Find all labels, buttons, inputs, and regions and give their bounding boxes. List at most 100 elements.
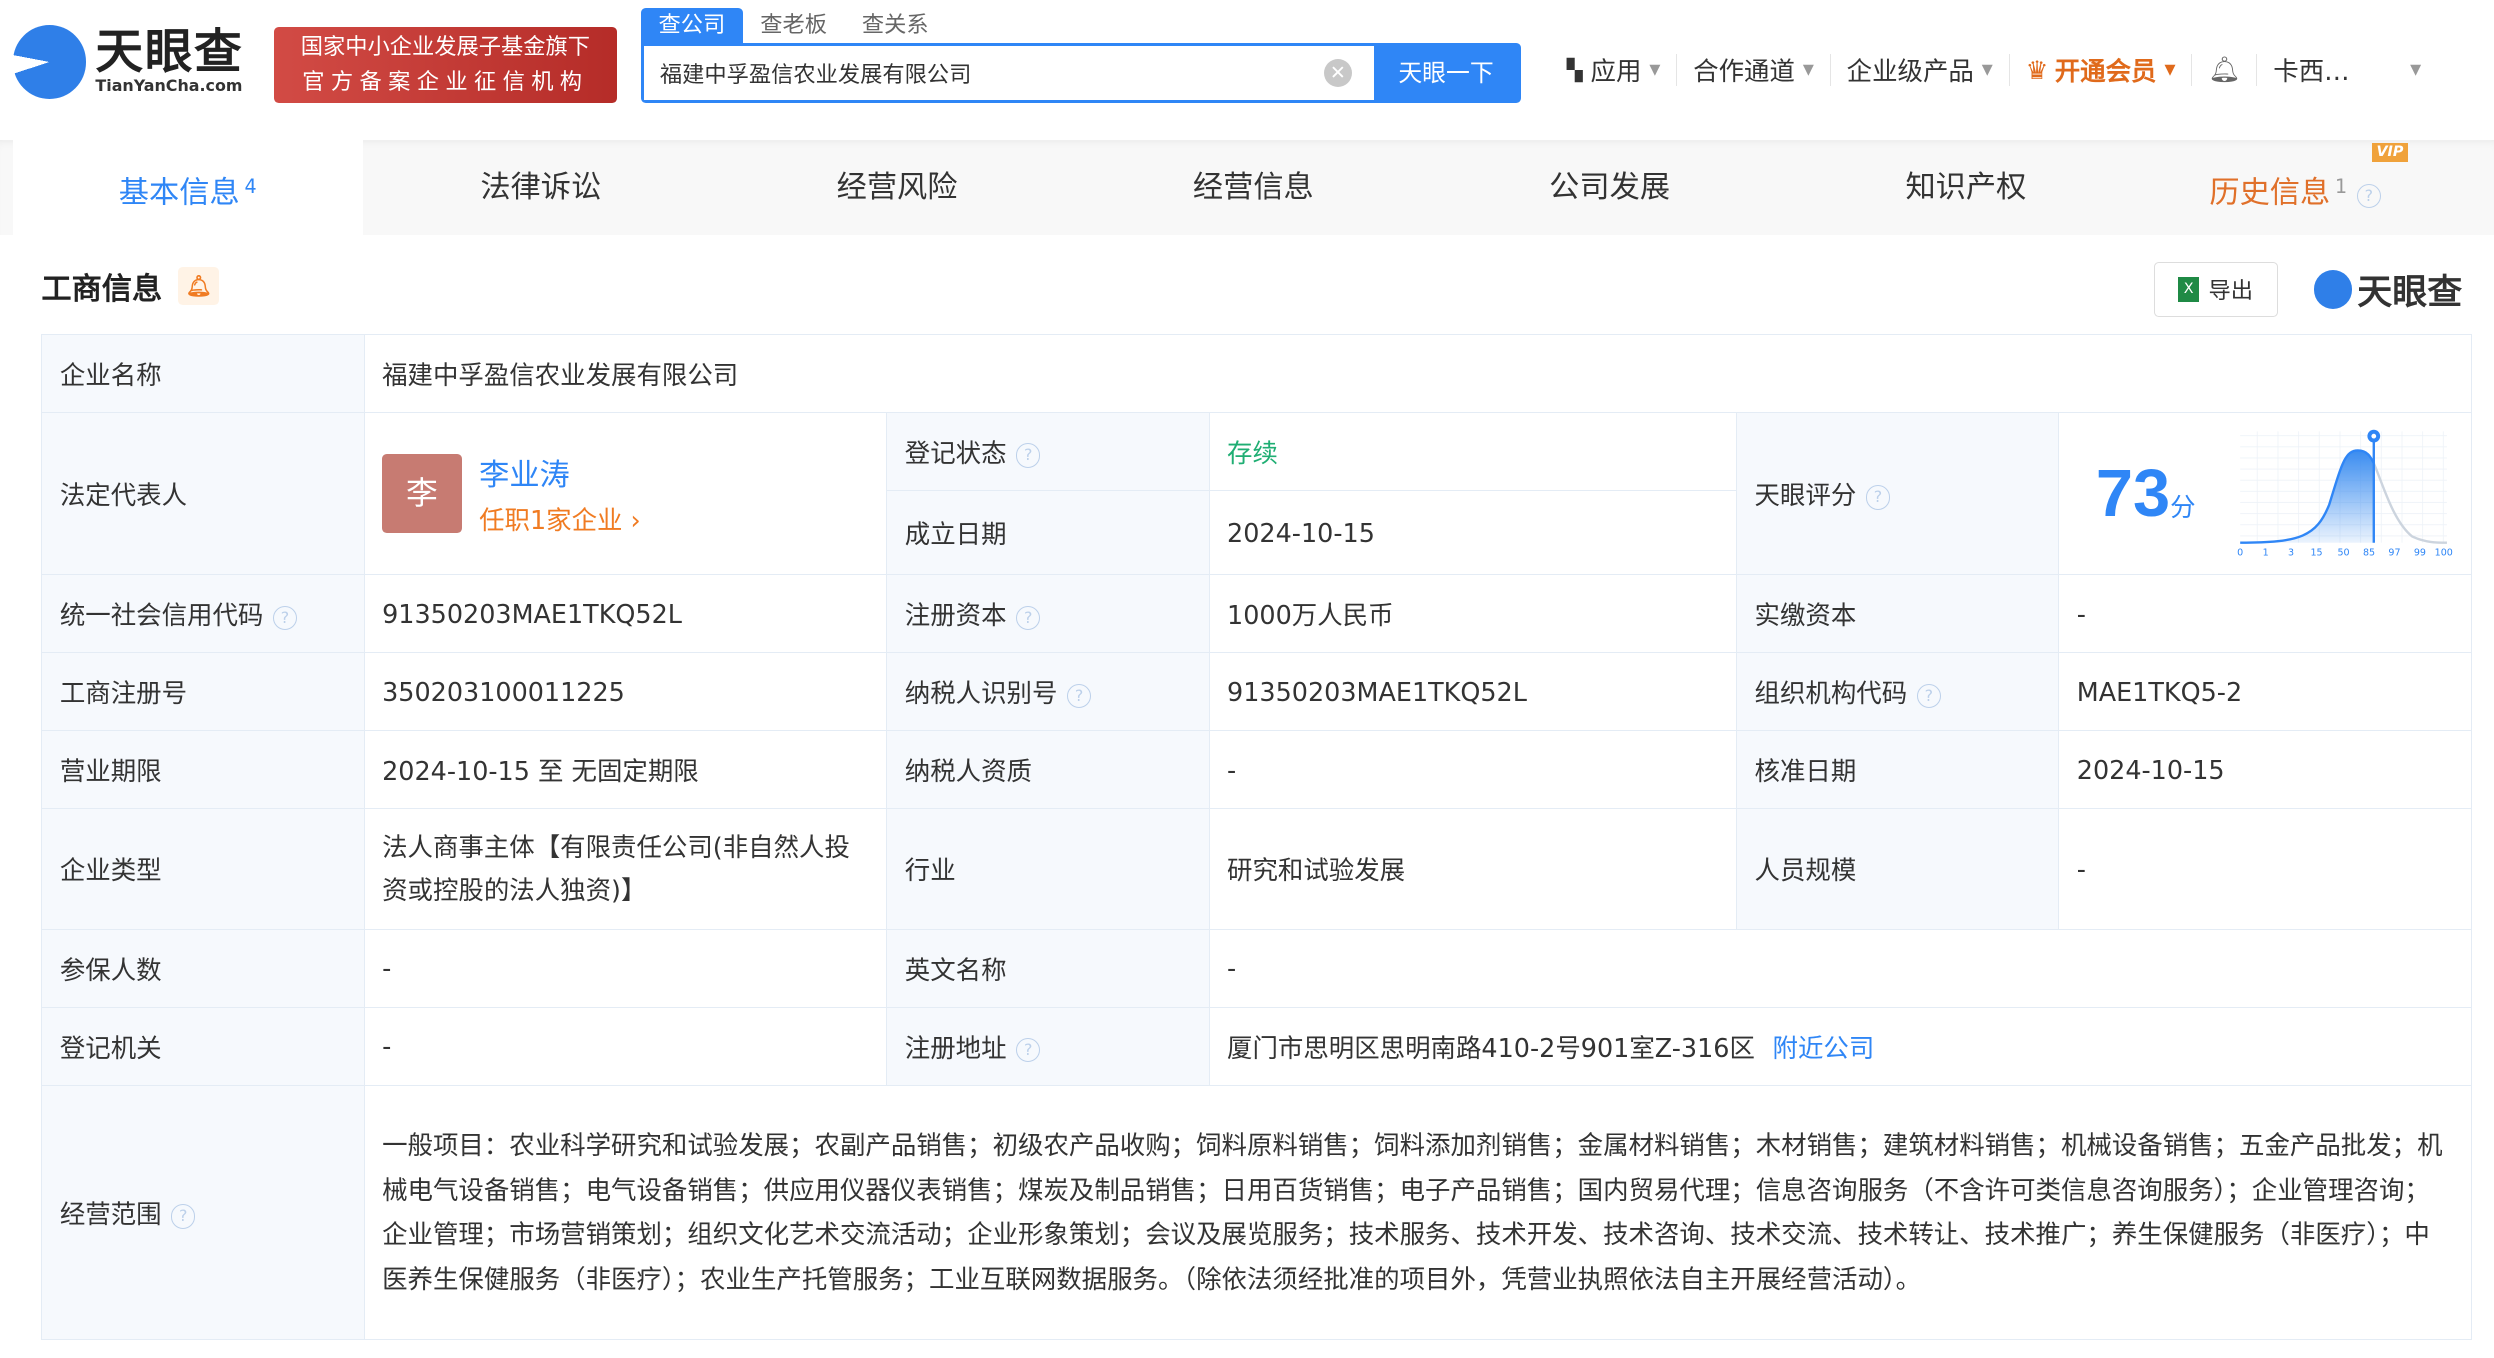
tick-label: 100 bbox=[2435, 548, 2453, 559]
industry: 研究和试验发展 bbox=[1208, 808, 1738, 930]
nav-label: 企业级产品 bbox=[1846, 56, 1974, 87]
label: 法定代表人 bbox=[41, 411, 365, 576]
table-row: 统一社会信用代码? 91350203MAE1TKQ52L 注册资本? 1000万人民… bbox=[41, 574, 2472, 654]
label: 英文名称 bbox=[886, 928, 1210, 1008]
help-icon[interactable]: ? bbox=[1865, 485, 1891, 510]
score-value: 73 bbox=[2095, 456, 2171, 531]
nearby-companies-link[interactable]: 附近公司 bbox=[1773, 1033, 1875, 1063]
nav-label: 应用 bbox=[1590, 56, 1642, 87]
org-code: MAE1TKQ5-2 bbox=[2058, 652, 2472, 732]
top-nav: ▚ 应用 ▼ 合作通道 ▼ 企业级产品 ▼ ♛ 开通会员 ▼ 🔔︎ 卡西… ▼ bbox=[1551, 54, 2437, 86]
tab-legal[interactable]: 法律诉讼 bbox=[363, 140, 719, 235]
subscribe-bell-icon[interactable]: 🔔︎ bbox=[178, 266, 220, 306]
staff-size: - bbox=[2058, 808, 2472, 930]
tick-label: 50 bbox=[2337, 548, 2349, 559]
nav-label: 合作通道 bbox=[1693, 56, 1795, 87]
legal-rep-companies-link[interactable]: 任职1家企业 › bbox=[479, 500, 641, 537]
taxpayer-qualification: - bbox=[1208, 730, 1738, 809]
logo-text: 天眼查 bbox=[95, 24, 244, 80]
business-scope: 一般项目：农业科学研究和试验发展；农副产品销售；初级农产品收购；饲料原料销售；饲… bbox=[363, 1084, 2472, 1341]
help-icon[interactable]: ? bbox=[2356, 183, 2381, 209]
label-text: 登记状态 bbox=[904, 437, 1007, 468]
help-icon[interactable]: ? bbox=[1016, 605, 1041, 630]
tab-development[interactable]: 公司发展 bbox=[1431, 140, 1787, 235]
label: 实缴资本 bbox=[1736, 574, 2060, 654]
nav-membership[interactable]: ♛ 开通会员 ▼ bbox=[2010, 54, 2193, 86]
address-cell: 厦门市思明区思明南路410-2号901室Z-316区 附近公司 bbox=[1208, 1006, 2472, 1086]
search-tab-relation[interactable]: 查关系 bbox=[844, 8, 946, 43]
search-tab-company[interactable]: 查公司 bbox=[641, 7, 743, 43]
search-button[interactable]: 天眼一下 bbox=[1374, 45, 1518, 101]
tick-label: 15 bbox=[2310, 548, 2322, 559]
caret-down-icon: ▼ bbox=[1802, 61, 1814, 78]
registered-address: 厦门市思明区思明南路410-2号901室Z-316区 bbox=[1227, 1032, 1755, 1063]
label-text: 统一社会信用代码 bbox=[59, 600, 264, 631]
user-name: 卡西… bbox=[2273, 56, 2350, 87]
site-logo[interactable]: 天眼查 TianYanCha.com bbox=[12, 24, 244, 99]
search-input[interactable] bbox=[644, 45, 1324, 101]
label: 经营范围? bbox=[41, 1084, 365, 1341]
avatar[interactable]: 李 bbox=[382, 453, 462, 534]
tick-label: 0 bbox=[2237, 548, 2243, 559]
detail-tabs: 基本信息 4 法律诉讼 经营风险 经营信息 公司发展 知识产权 VIP 历史信息 1? bbox=[0, 139, 2494, 236]
grid-icon: ▚ bbox=[1566, 57, 1583, 82]
tab-count: 4 bbox=[244, 175, 257, 198]
registration-number: 350203100011225 bbox=[363, 652, 888, 732]
user-menu[interactable]: 卡西… ▼ bbox=[2257, 54, 2437, 86]
label: 行业 bbox=[886, 808, 1210, 930]
found-date: 2024-10-15 bbox=[1208, 489, 1738, 576]
caret-down-icon: ▼ bbox=[2164, 61, 2176, 78]
tab-ip[interactable]: 知识产权 bbox=[1788, 140, 2144, 235]
badge-line: 官方备案企业征信机构 bbox=[302, 69, 589, 96]
help-icon[interactable]: ? bbox=[1066, 683, 1092, 708]
tab-risk[interactable]: 经营风险 bbox=[719, 140, 1075, 235]
export-button[interactable]: X 导出 bbox=[2153, 262, 2278, 317]
registration-authority: - bbox=[363, 1006, 888, 1086]
score-distribution-chart: 0 1 3 15 50 85 97 99 100 bbox=[2237, 429, 2453, 559]
label: 登记机关 bbox=[41, 1006, 365, 1086]
label: 企业类型 bbox=[41, 808, 365, 930]
nav-label: 开通会员 bbox=[2054, 56, 2157, 87]
help-icon[interactable]: ? bbox=[1916, 683, 1941, 708]
tab-label: 历史信息 bbox=[2209, 175, 2331, 211]
search-tab-boss[interactable]: 查老板 bbox=[743, 8, 845, 43]
nav-apps[interactable]: ▚ 应用 ▼ bbox=[1551, 54, 1678, 87]
vip-tag: VIP bbox=[2371, 143, 2409, 163]
tab-basic-info[interactable]: 基本信息 4 bbox=[12, 139, 363, 236]
excel-icon: X bbox=[2178, 276, 2200, 303]
help-icon[interactable]: ? bbox=[1016, 1038, 1041, 1063]
table-row: 法定代表人 李李业涛 任职1家企业 › 登记状态? 存续 天眼评分? 73分 0 … bbox=[41, 411, 2472, 576]
score-cell[interactable]: 73分 0 1 3 15 50 85 97 99 100 bbox=[2058, 411, 2472, 576]
label-text: 注册资本 bbox=[904, 600, 1007, 631]
label: 核准日期 bbox=[1736, 730, 2060, 809]
label: 注册资本? bbox=[886, 574, 1210, 654]
help-icon[interactable]: ? bbox=[272, 605, 298, 630]
legal-rep-name[interactable]: 李业涛 bbox=[479, 450, 641, 494]
clear-icon[interactable]: ✕ bbox=[1323, 58, 1353, 88]
table-row: 营业期限 2024-10-15 至 无固定期限 纳税人资质 - 核准日期 2024-1… bbox=[41, 730, 2472, 809]
tick-label: 97 bbox=[2388, 548, 2400, 559]
tab-history[interactable]: VIP 历史信息 1? bbox=[2144, 140, 2446, 235]
label-text: 经营范围 bbox=[59, 1198, 162, 1229]
caret-down-icon: ▼ bbox=[2410, 61, 2422, 78]
label: 营业期限 bbox=[41, 730, 365, 809]
nav-partners[interactable]: 合作通道 ▼ bbox=[1677, 54, 1831, 87]
label-text: 纳税人识别号 bbox=[904, 678, 1058, 709]
help-icon[interactable]: ? bbox=[171, 1204, 196, 1229]
caret-down-icon: ▼ bbox=[1649, 61, 1661, 78]
search-tabs: 查公司 查老板 查关系 bbox=[641, 7, 946, 43]
table-row: 企业名称 福建中孚盈信农业发展有限公司 bbox=[41, 334, 2472, 413]
help-icon[interactable]: ? bbox=[1016, 443, 1041, 468]
export-label: 导出 bbox=[2208, 278, 2254, 305]
business-info-table: 企业名称 福建中孚盈信农业发展有限公司 法定代表人 李李业涛任职1家企业 › 登记… bbox=[41, 334, 2472, 1341]
label-text: 组织机构代码 bbox=[1754, 678, 1908, 709]
approval-date: 2024-10-15 bbox=[2058, 730, 2472, 809]
notification-bell-icon[interactable]: 🔔︎ bbox=[2192, 54, 2258, 86]
tick-label: 85 bbox=[2363, 548, 2375, 559]
company-type: 法人商事主体【有限责任公司(非自然人投资或控股的法人独资)】 bbox=[363, 808, 888, 930]
logo-text: 天眼查 bbox=[2357, 273, 2463, 314]
tab-operations[interactable]: 经营信息 bbox=[1075, 140, 1431, 235]
nav-enterprise[interactable]: 企业级产品 ▼ bbox=[1831, 54, 2010, 86]
insured-count: - bbox=[363, 928, 888, 1008]
table-row: 企业类型 法人商事主体【有限责任公司(非自然人投资或控股的法人独资)】 行业 研究和… bbox=[41, 808, 2472, 930]
